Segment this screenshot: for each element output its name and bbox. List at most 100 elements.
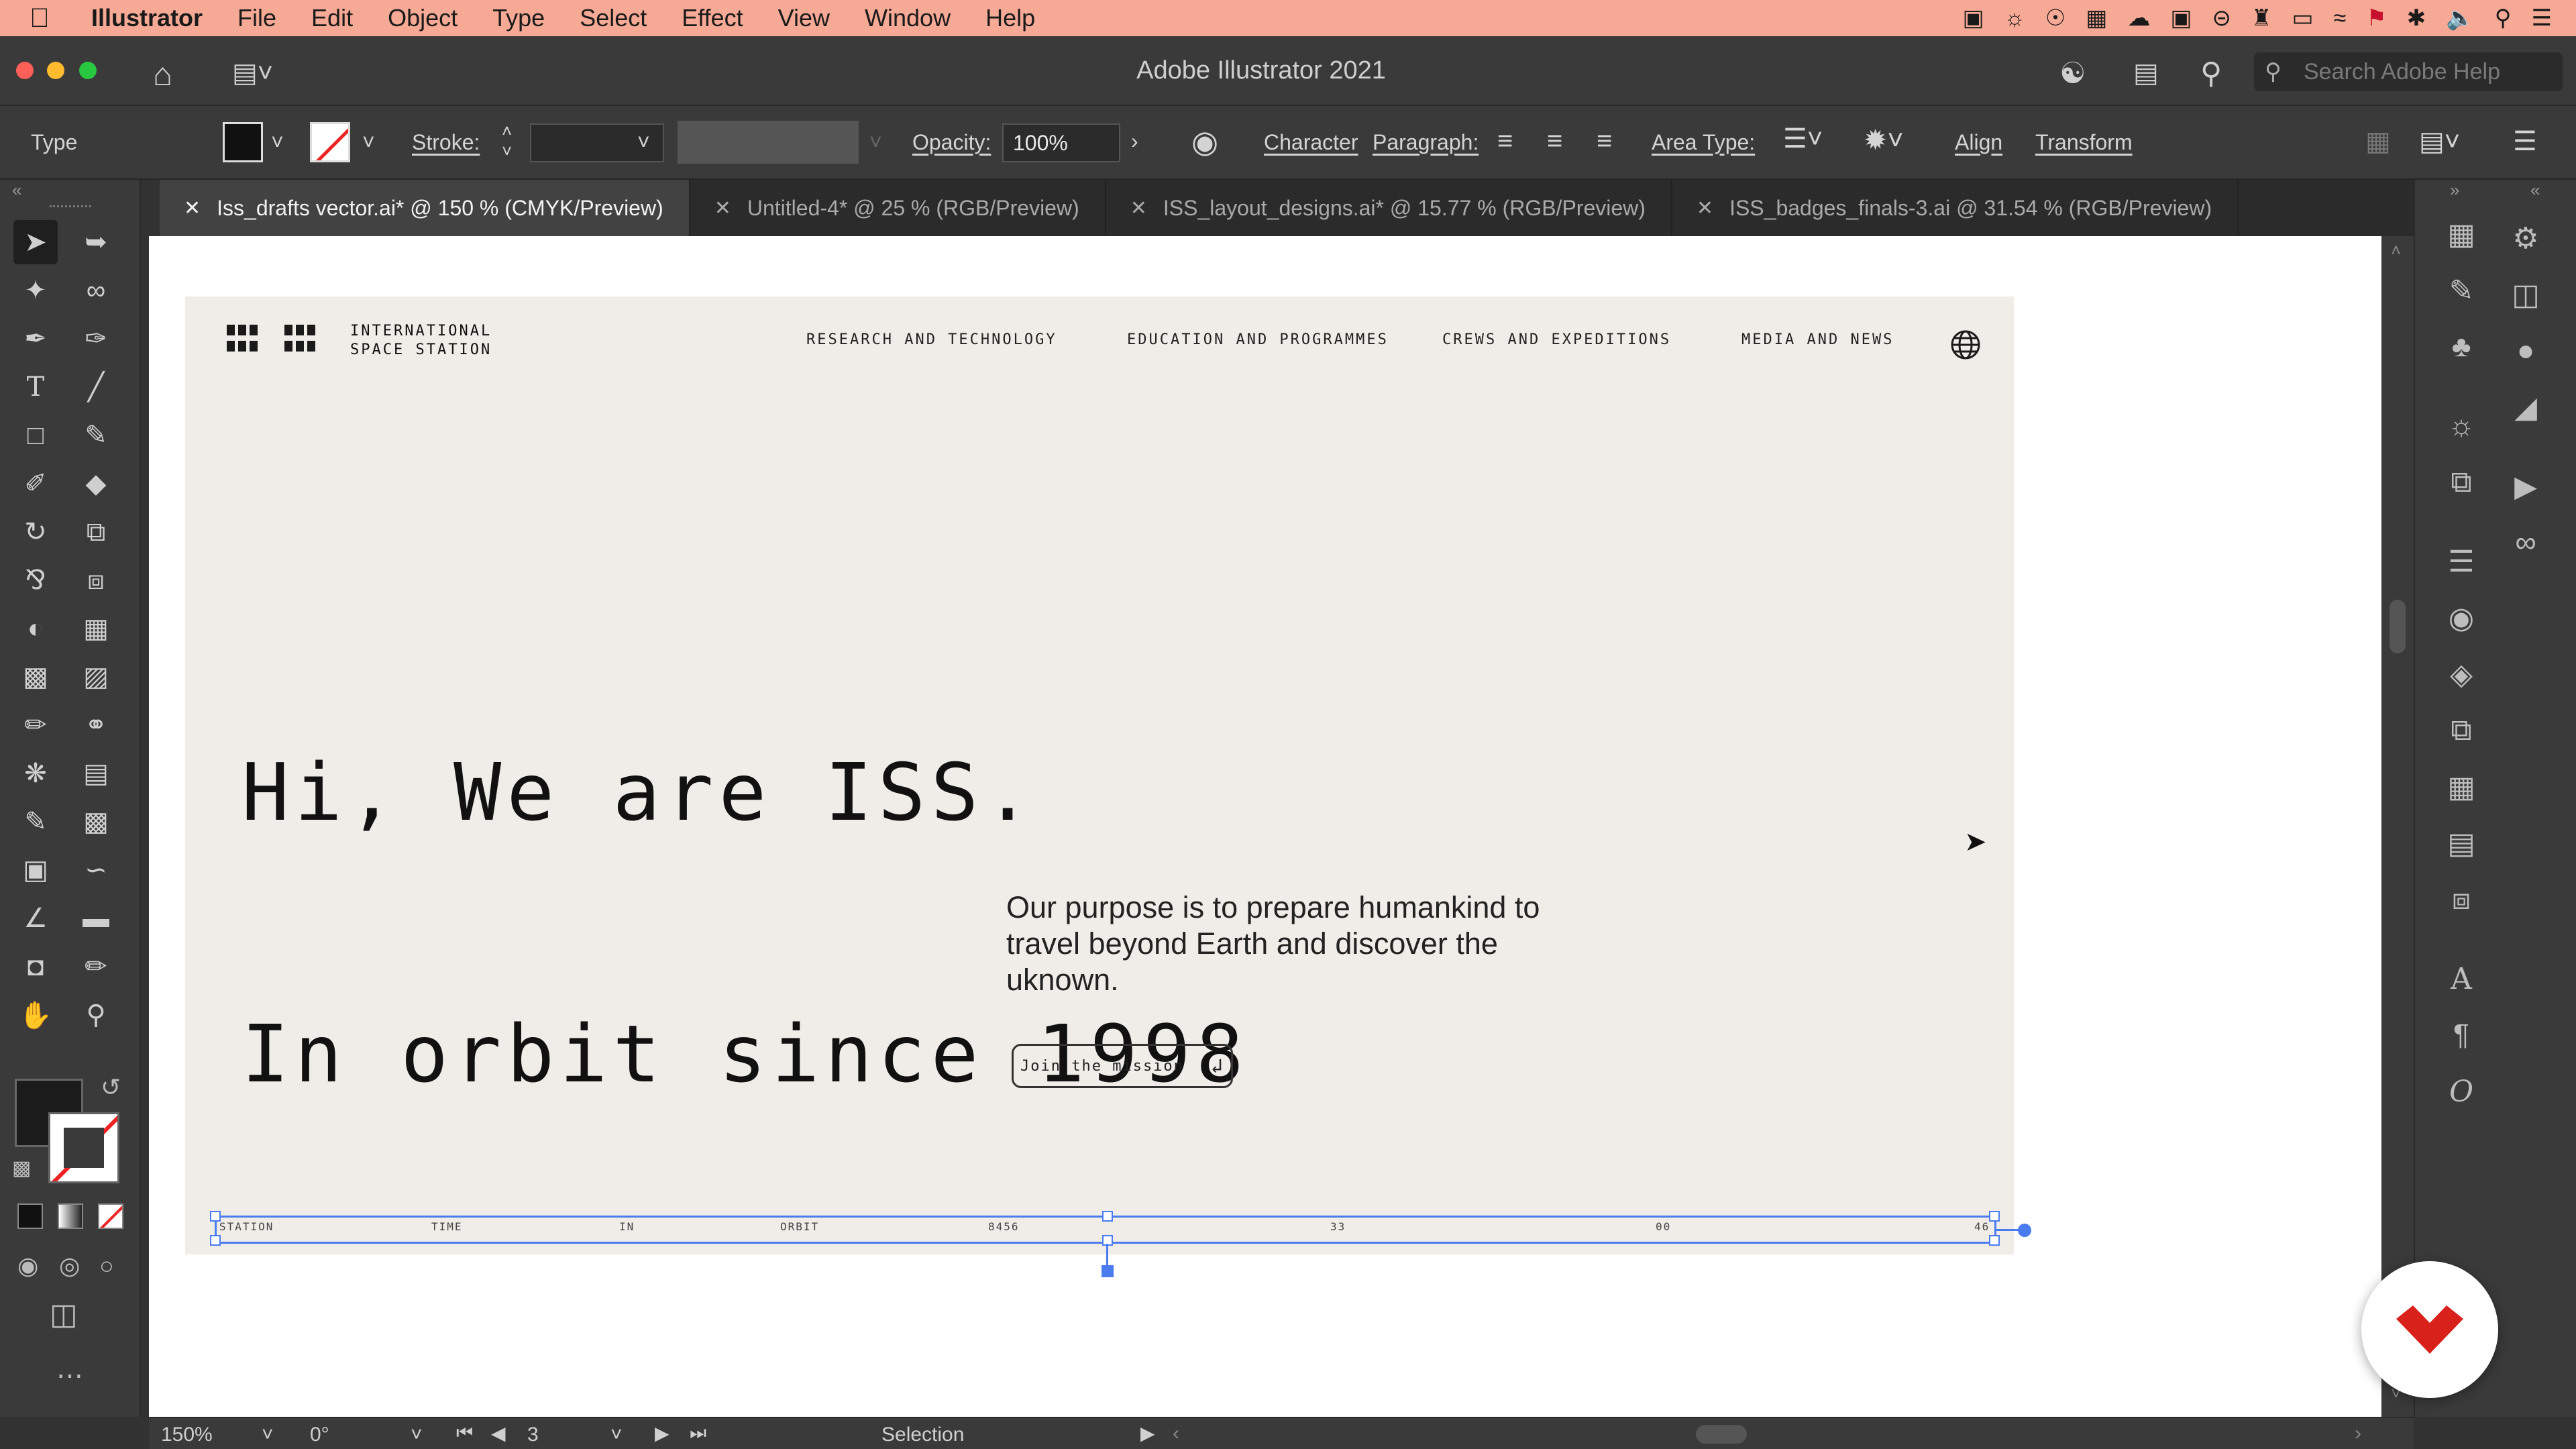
paragraph-panel-icon[interactable]: ¶ [2438, 1012, 2485, 1059]
cc-libraries-panel-icon[interactable]: ◫ [2502, 271, 2549, 318]
assets-panel-icon[interactable]: ● [2502, 327, 2549, 374]
artboard-brush-tool-icon[interactable]: ✎ [13, 800, 58, 844]
horizontal-scroll-thumb[interactable] [1696, 1425, 1747, 1444]
status-menu-icon[interactable]: ▶ [1140, 1422, 1155, 1444]
graphic-styles-panel-icon[interactable]: ⧉ [2438, 459, 2485, 506]
app-menu[interactable]: Illustrator [91, 4, 203, 32]
zoom-level[interactable]: 150% [161, 1424, 213, 1446]
floating-brand-badge[interactable] [2361, 1261, 2498, 1398]
stroke-panel-icon[interactable]: ☰ [2438, 538, 2485, 585]
zoom-tool-icon[interactable]: ⚲ [74, 993, 118, 1037]
shaper-tool-icon[interactable]: ✐ [13, 462, 58, 506]
character-panel-icon[interactable]: A [2438, 955, 2485, 1002]
libraries-panel-icon[interactable]: ▦ [2438, 211, 2485, 258]
edit-toolbar-icon[interactable]: ⋯ [56, 1360, 83, 1391]
fill-color-swatch[interactable] [223, 122, 263, 162]
knife-tool-icon[interactable]: ✏ [74, 945, 118, 989]
gradient-tool-icon[interactable]: ▨ [74, 655, 118, 699]
align-left-icon[interactable]: ≡ [1497, 126, 1513, 156]
nav-education[interactable]: EDUCATION AND PROGRAMMES [1127, 331, 1389, 348]
area-type-options-icon[interactable]: ☰˅ [1783, 123, 1823, 154]
eyedropper-tool-icon[interactable]: ✏ [13, 703, 58, 747]
vertical-scrollbar[interactable]: ˄ ˅ [2381, 236, 2414, 1417]
display-icon[interactable]: ▭ [2292, 5, 2313, 32]
align-right-icon[interactable]: ≡ [1597, 126, 1612, 156]
artboard-tool-icon[interactable]: ▣ [13, 848, 58, 892]
apple-icon[interactable]:  [30, 3, 50, 34]
wifi-icon[interactable]: ≈ [2334, 5, 2347, 32]
stroke-dropdown-chevron-icon[interactable]: ˅ [362, 130, 375, 155]
opacity-field[interactable]: 100% [1002, 123, 1120, 162]
stroke-stepper-icon[interactable]: ˄ ˅ [502, 121, 512, 161]
collapse-dock-icon[interactable]: » [2450, 180, 2459, 201]
gradient-mode-button[interactable] [58, 1203, 83, 1229]
artboards-panel-icon[interactable]: ⧉ [2438, 707, 2485, 754]
flag-icon[interactable]: ⚑ [2366, 5, 2386, 32]
search-help-input[interactable]: ⚲ Search Adobe Help [2254, 52, 2563, 91]
slice-tool-icon[interactable]: ◘ [13, 945, 58, 989]
line-segment-tool-icon[interactable]: ╱ [74, 365, 118, 409]
navigator-panel-icon[interactable]: ◢ [2502, 384, 2549, 431]
volume-icon[interactable]: 🔈 [2446, 5, 2474, 32]
selected-text-frame[interactable]: STATION TIME IN ORBIT 8456 33 00 46 [210, 1211, 2000, 1246]
menu-effect[interactable]: Effect [682, 4, 743, 32]
scroll-thumb[interactable] [2390, 600, 2406, 653]
arrange-icon[interactable]: ▤˅ [2419, 126, 2460, 157]
draw-inside-icon[interactable]: ○ [99, 1252, 114, 1280]
menu-help[interactable]: Help [985, 4, 1035, 32]
calendar-icon[interactable]: ▦ [2086, 5, 2107, 32]
mesh-tool-icon[interactable]: ▩ [13, 655, 58, 699]
tab-untitled-4[interactable]: ✕ Untitled-4* @ 25 % (RGB/Preview) [690, 180, 1106, 236]
screen-share-icon[interactable]: ▣ [1962, 5, 1984, 32]
dollar-icon[interactable]: ▣ [2170, 5, 2192, 32]
paintbrush-tool-icon[interactable]: ✎ [74, 413, 118, 458]
menu-view[interactable]: View [778, 4, 830, 32]
fill-dropdown-chevron-icon[interactable]: ˅ [271, 130, 284, 155]
draw-behind-icon[interactable]: ◎ [59, 1252, 80, 1280]
opacity-label[interactable]: Opacity: [912, 130, 991, 155]
stroke-weight-chevron-icon[interactable]: ˅ [637, 130, 650, 155]
ruler-tool-icon[interactable]: ▬ [74, 896, 118, 941]
rotation-value[interactable]: 0° [310, 1424, 329, 1446]
transform-panel-icon[interactable]: ▦ [2438, 763, 2485, 810]
next-artboard-icon[interactable]: ▶ [655, 1422, 669, 1444]
symbol-sprayer-tool-icon[interactable]: ❋ [13, 751, 58, 796]
swap-fill-stroke-icon[interactable]: ↺ [101, 1073, 121, 1102]
menu-select[interactable]: Select [580, 4, 647, 32]
type-frame-handle[interactable] [1102, 1265, 1114, 1277]
collapse-dock-icon[interactable]: « [2530, 180, 2540, 201]
nav-crews[interactable]: CREWS AND EXPEDITIONS [1442, 331, 1671, 348]
perspective-grid-tool-icon[interactable]: ▦ [74, 606, 118, 651]
menu-window[interactable]: Window [865, 4, 951, 32]
zoom-chevron-icon[interactable]: ˅ [262, 1424, 274, 1446]
shape-builder-tool-icon[interactable]: ◐ [13, 606, 58, 651]
bbox-handle[interactable] [210, 1235, 221, 1246]
hand-tool-icon[interactable]: ✋ [13, 993, 58, 1037]
bluetooth-icon[interactable]: ✱ [2407, 5, 2426, 32]
tab-iss-drafts[interactable]: ✕ Iss_drafts vector.ai* @ 150 % (CMYK/Pr… [160, 180, 690, 236]
tab-iss-badges-finals[interactable]: ✕ ISS_badges_finals-3.ai @ 31.54 % (RGB/… [1672, 180, 2239, 236]
stroke-color-swatch[interactable] [310, 122, 350, 162]
bbox-handle[interactable] [210, 1211, 221, 1222]
variable-width-profile[interactable] [678, 121, 859, 164]
spotlight-icon[interactable]: ⚲ [2495, 5, 2512, 32]
paragraph-panel-link[interactable]: Paragraph: [1373, 130, 1479, 155]
pathfinder-panel-icon[interactable]: ⧈ [2438, 876, 2485, 923]
menu-edit[interactable]: Edit [311, 4, 353, 32]
selection-tool-icon[interactable]: ➤ [13, 220, 58, 264]
globe-icon[interactable] [1949, 329, 1982, 364]
align-panel-icon[interactable]: ▤ [2438, 820, 2485, 867]
default-colors-icon[interactable]: ▩ [12, 1157, 31, 1180]
scroll-right-icon[interactable]: › [2355, 1422, 2361, 1445]
isolate-icon[interactable]: ▦ [2365, 126, 2391, 157]
creative-cloud-icon[interactable]: ☼ [2004, 5, 2025, 32]
anchor-tool-icon[interactable]: ∠ [13, 896, 58, 941]
opentype-panel-icon[interactable]: O [2438, 1068, 2485, 1115]
stroke-swatch[interactable] [48, 1112, 119, 1183]
image-trace-tool-icon[interactable]: ▩ [74, 800, 118, 844]
scale-tool-icon[interactable]: ⧉ [74, 510, 118, 554]
collapse-panel-icon[interactable]: « [12, 180, 21, 201]
panel-menu-icon[interactable]: ☰ [2513, 126, 2537, 157]
castle-icon[interactable]: ♜ [2251, 5, 2271, 32]
free-transform-tool-icon[interactable]: ⧈ [74, 558, 118, 602]
